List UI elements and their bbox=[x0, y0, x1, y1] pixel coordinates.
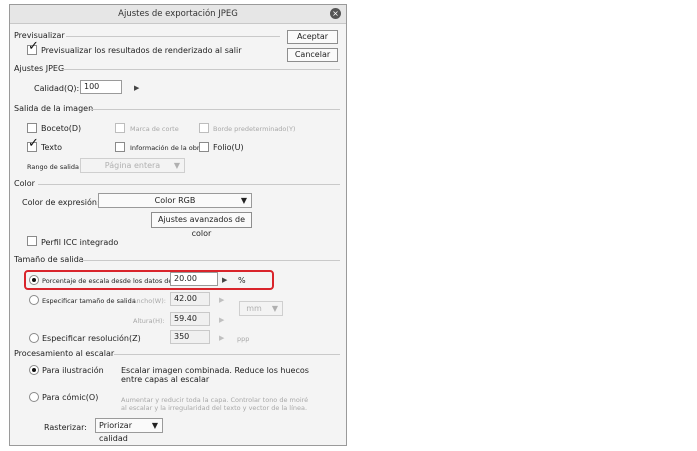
preview-section-title: Previsualizar bbox=[14, 31, 65, 40]
resolution-slider-arrow-icon[interactable]: ▶ bbox=[219, 334, 224, 342]
checkmark-icon: ✓ bbox=[28, 39, 39, 54]
scaling-separator bbox=[114, 354, 340, 355]
ok-button[interactable]: Aceptar bbox=[287, 30, 338, 44]
height-slider-arrow-icon[interactable]: ▶ bbox=[219, 316, 224, 324]
sketch-checkbox-label: Boceto(D) bbox=[41, 124, 82, 133]
preview-checkbox-label: Previsualizar los resultados de renderiz… bbox=[41, 46, 242, 55]
scaling-section-title: Procesamiento al escalar bbox=[14, 349, 115, 358]
dialog-title: Ajustes de exportación JPEG bbox=[118, 9, 238, 19]
output-image-section-title: Salida de la imagen bbox=[14, 104, 94, 113]
crop-mark-checkbox[interactable] bbox=[115, 123, 125, 133]
color-section-title: Color bbox=[14, 179, 35, 188]
preview-separator bbox=[66, 36, 280, 37]
output-range-select[interactable]: Página entera ▼ bbox=[80, 158, 185, 173]
resolution-label: Especificar resolución(Z) bbox=[42, 334, 141, 343]
illustration-description-line2: entre capas al escalar bbox=[121, 375, 210, 384]
resolution-unit: ppp bbox=[237, 335, 250, 343]
rasterize-label: Rasterizar: bbox=[44, 423, 87, 432]
output-range-value: Página entera bbox=[104, 161, 161, 170]
output-range-label: Rango de salida bbox=[27, 163, 79, 171]
size-unit-select[interactable]: mm ▼ bbox=[239, 301, 283, 316]
size-unit-value: mm bbox=[246, 304, 262, 313]
sketch-checkbox[interactable] bbox=[27, 123, 37, 133]
work-info-checkbox-label: Información de la obra bbox=[130, 144, 204, 152]
jpeg-separator bbox=[62, 69, 340, 70]
chevron-down-icon: ▼ bbox=[240, 196, 247, 205]
work-info-checkbox[interactable] bbox=[115, 142, 125, 152]
text-checkbox-label: Texto bbox=[41, 143, 63, 152]
chevron-down-icon: ▼ bbox=[173, 161, 180, 170]
highlight-box bbox=[24, 270, 274, 290]
resolution-input[interactable]: 350 bbox=[170, 330, 210, 344]
cancel-button[interactable]: Cancelar bbox=[287, 48, 338, 62]
chevron-down-icon: ▼ bbox=[271, 304, 278, 313]
chevron-down-icon: ▼ bbox=[151, 421, 158, 430]
jpeg-export-dialog: Ajustes de exportación JPEG × Aceptar Ca… bbox=[9, 4, 347, 446]
resolution-radio[interactable] bbox=[29, 333, 39, 343]
close-icon[interactable]: × bbox=[330, 8, 341, 19]
folio-checkbox-label: Folio(U) bbox=[213, 143, 244, 152]
checkmark-icon: ✓ bbox=[28, 136, 39, 151]
rasterize-value: Priorizar calidad bbox=[99, 421, 132, 443]
icc-profile-label: Perfil ICC integrado bbox=[41, 238, 119, 247]
illustration-label: Para ilustración bbox=[42, 366, 104, 375]
width-input[interactable]: 42.00 bbox=[170, 292, 210, 306]
comic-label: Para cómic(O) bbox=[42, 393, 99, 402]
folio-checkbox[interactable] bbox=[199, 142, 209, 152]
icc-profile-checkbox[interactable] bbox=[27, 236, 37, 246]
preview-checkbox[interactable]: ✓ bbox=[27, 40, 39, 55]
text-checkbox[interactable]: ✓ bbox=[27, 137, 39, 152]
color-separator bbox=[38, 184, 340, 185]
quality-slider-arrow-icon[interactable]: ▶ bbox=[134, 84, 139, 92]
output-size-section-title: Tamaño de salida bbox=[14, 255, 84, 264]
default-border-checkbox[interactable] bbox=[199, 123, 209, 133]
quality-label: Calidad(Q): bbox=[34, 84, 80, 93]
crop-mark-checkbox-label: Marca de corte bbox=[130, 125, 179, 133]
rasterize-select[interactable]: Priorizar calidad ▼ bbox=[95, 418, 163, 443]
advanced-color-button[interactable]: Ajustes avanzados de color bbox=[151, 212, 252, 238]
color-expression-label: Color de expresión: bbox=[22, 198, 100, 207]
quality-input[interactable]: 100 bbox=[80, 80, 122, 94]
comic-radio[interactable] bbox=[29, 392, 39, 402]
title-bar: Ajustes de exportación JPEG × bbox=[10, 5, 346, 24]
specify-size-radio[interactable] bbox=[29, 295, 39, 305]
illustration-description-line1: Escalar imagen combinada. Reduce los hue… bbox=[121, 366, 309, 375]
width-slider-arrow-icon[interactable]: ▶ bbox=[219, 296, 224, 304]
comic-description-line2: al escalar y la irregularidad del texto … bbox=[121, 404, 308, 412]
output-size-separator bbox=[82, 260, 340, 261]
jpeg-section-title: Ajustes JPEG bbox=[14, 64, 65, 73]
default-border-checkbox-label: Borde predeterminado(Y) bbox=[213, 125, 296, 133]
illustration-radio[interactable] bbox=[29, 365, 39, 375]
height-input[interactable]: 59.40 bbox=[170, 312, 210, 326]
color-expression-value: Color RGB bbox=[154, 196, 196, 205]
width-label: Ancho(W): bbox=[132, 297, 166, 305]
output-image-separator bbox=[90, 109, 340, 110]
specify-size-label: Especificar tamaño de salida bbox=[42, 297, 136, 305]
height-label: Altura(H): bbox=[133, 317, 165, 325]
comic-description-line1: Aumentar y reducir toda la capa. Control… bbox=[121, 396, 309, 404]
color-expression-select[interactable]: Color RGB ▼ bbox=[98, 193, 252, 208]
